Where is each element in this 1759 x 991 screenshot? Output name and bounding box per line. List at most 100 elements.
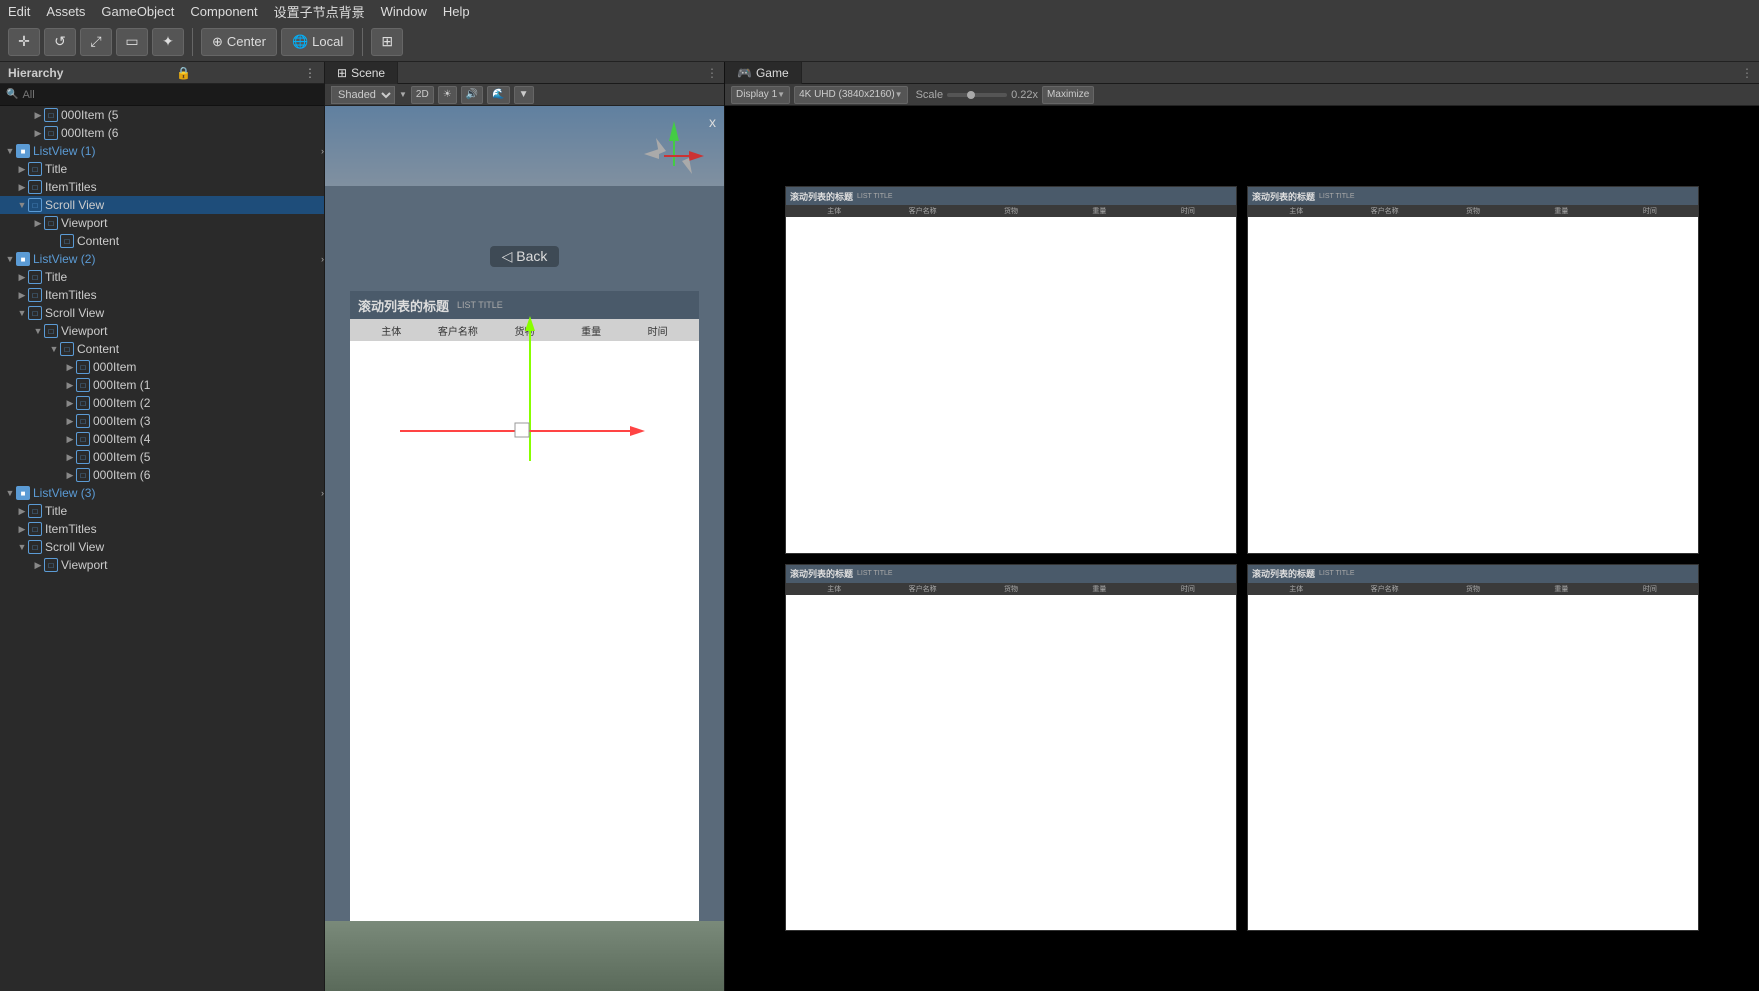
tree-item-listview2[interactable]: ▼ ■ ListView (2) › (0, 250, 324, 268)
local-button[interactable]: 🌐 Local (281, 28, 354, 56)
gizmo-widget (634, 116, 714, 199)
scene-tabs-row: ⊞ Scene ⋮ (325, 62, 724, 84)
col-header-1: 主体 (358, 323, 425, 338)
tree-item-itemtitles3[interactable]: ▶ □ ItemTitles (0, 520, 324, 538)
scale-slider[interactable] (947, 93, 1007, 97)
cube-outline-icon: □ (60, 234, 74, 248)
scene-grid-icon: ⊞ (337, 66, 347, 80)
cube-outline-icon: □ (28, 540, 42, 554)
scene-terrain (325, 921, 724, 991)
tree-item-viewport1[interactable]: ▶ □ Viewport (0, 214, 324, 232)
tree-item-000item-3[interactable]: ▶ □ 000Item (3 (0, 412, 324, 430)
tree-label: 000Item (3 (93, 414, 150, 428)
menu-assets[interactable]: Assets (46, 4, 85, 19)
tree-item-content1[interactable]: □ Content (0, 232, 324, 250)
tree-item-viewport3[interactable]: ▶ □ Viewport (0, 556, 324, 574)
tree-item-listview1[interactable]: ▼ ■ ListView (1) › (0, 142, 324, 160)
tree-label: Title (45, 162, 67, 176)
hierarchy-menu-icon[interactable]: ⋮ (304, 66, 316, 80)
tree-arrow: ▼ (4, 253, 16, 265)
game-tab-menu[interactable]: ⋮ (1735, 66, 1759, 80)
light-button[interactable]: ☀ (438, 86, 457, 104)
transform-tool-button[interactable]: ✦ (152, 28, 184, 56)
scene-panel: ⊞ Scene ⋮ Shaded ▼ 2D ☀ 🔊 🌊 ▼ (325, 62, 725, 991)
tab-game[interactable]: 🎮 Game (725, 62, 802, 84)
menu-window[interactable]: Window (381, 4, 427, 19)
tree-item-000item-1[interactable]: ▶ □ 000Item (1 (0, 376, 324, 394)
tree-item-title3[interactable]: ▶ □ Title (0, 502, 324, 520)
tree-item-scrollview1[interactable]: ▼ □ Scroll View (0, 196, 324, 214)
tree-item-title2[interactable]: ▶ □ Title (0, 268, 324, 286)
scene-back-area: ◁ Back (325, 246, 724, 267)
tree-item-000item-6b[interactable]: ▶ □ 000Item (6 (0, 466, 324, 484)
audio-button[interactable]: 🔊 (461, 86, 483, 104)
tree-item-scrollview3[interactable]: ▼ □ Scroll View (0, 538, 324, 556)
scale-tool-button[interactable]: ⤢ (80, 28, 112, 56)
tree-item-title1[interactable]: ▶ □ Title (0, 160, 324, 178)
move-tool-button[interactable]: ✛ (8, 28, 40, 56)
display-dropdown[interactable]: Display 1 ▼ (731, 86, 790, 104)
hierarchy-search: 🔍 (0, 84, 324, 106)
tree-label-listview3: ListView (3) (33, 486, 95, 500)
tree-item-000item5[interactable]: ▶ □ 000Item (5 (0, 106, 324, 124)
menu-component[interactable]: Component (190, 4, 257, 19)
list-card-body-1 (786, 217, 1236, 553)
center-button[interactable]: ⊕ Center (201, 28, 277, 56)
tree-label: ItemTitles (45, 180, 97, 194)
menu-setbg[interactable]: 设置子节点背景 (274, 2, 365, 21)
effects-button[interactable]: 🌊 (487, 86, 509, 104)
2d-button[interactable]: 2D (411, 86, 434, 104)
cube-outline-icon: □ (44, 558, 58, 572)
list-card-col-1: 主体 (1252, 584, 1340, 594)
back-button[interactable]: ◁ Back (490, 246, 560, 267)
tree-item-content2[interactable]: ▼ □ Content (0, 340, 324, 358)
scene-close-button[interactable]: x (709, 114, 716, 130)
shading-dropdown[interactable]: Shaded (331, 86, 395, 104)
grid-button[interactable]: ⊞ (371, 28, 403, 56)
tree-label: Content (77, 342, 119, 356)
list-card-col-3: 货物 (967, 206, 1055, 216)
tree-label: Scroll View (45, 540, 104, 554)
search-icon: 🔍 (6, 89, 18, 100)
tree-item-itemtitles2[interactable]: ▶ □ ItemTitles (0, 286, 324, 304)
list-card-col-4: 重量 (1517, 584, 1605, 594)
tree-item-listview3[interactable]: ▼ ■ ListView (3) › (0, 484, 324, 502)
tree-item-scrollview2[interactable]: ▼ □ Scroll View (0, 304, 324, 322)
list-card-subtitle-4: LIST TITLE (1319, 570, 1355, 577)
more-button[interactable]: ▼ (514, 86, 534, 104)
tree-item-000item-2[interactable]: ▶ □ 000Item (2 (0, 394, 324, 412)
tree-item-000item6[interactable]: ▶ □ 000Item (6 (0, 124, 324, 142)
tab-scene[interactable]: ⊞ Scene (325, 62, 398, 84)
maximize-button[interactable]: Maximize (1042, 86, 1094, 104)
cube-outline-icon: □ (60, 342, 74, 356)
scene-tab-menu[interactable]: ⋮ (700, 66, 724, 80)
tree-item-000item-4[interactable]: ▶ □ 000Item (4 (0, 430, 324, 448)
hierarchy-lock-icon[interactable]: 🔒 (176, 66, 191, 80)
tree-arrow: ▶ (64, 433, 76, 445)
menu-help[interactable]: Help (443, 4, 470, 19)
menu-edit[interactable]: Edit (8, 4, 30, 19)
list-card-subtitle-2: LIST TITLE (1319, 193, 1355, 200)
game-controller-icon: 🎮 (737, 66, 752, 80)
tree-item-itemtitles1[interactable]: ▶ □ ItemTitles (0, 178, 324, 196)
tree-arrow: ▶ (16, 181, 28, 193)
cube-outline-icon: □ (28, 198, 42, 212)
expand-arrow: › (321, 254, 324, 264)
game-listcard-1: 滚动列表的标题 LIST TITLE 主体 客户名称 货物 重量 时间 (785, 186, 1237, 554)
rotate-tool-button[interactable]: ↺ (44, 28, 76, 56)
col-header-4: 重量 (558, 323, 625, 338)
col-header-3: 货物 (491, 323, 558, 338)
tree-item-viewport2[interactable]: ▼ □ Viewport (0, 322, 324, 340)
search-input[interactable] (22, 89, 318, 101)
tree-label: ItemTitles (45, 288, 97, 302)
menu-gameobject[interactable]: GameObject (101, 4, 174, 19)
tree-item-000item-5b[interactable]: ▶ □ 000Item (5 (0, 448, 324, 466)
scene-toolbar: Shaded ▼ 2D ☀ 🔊 🌊 ▼ (325, 84, 724, 106)
scene-list-body (350, 341, 699, 931)
cube-outline-icon: □ (76, 396, 90, 410)
tree-item-000item-a[interactable]: ▶ □ 000Item (0, 358, 324, 376)
tree-arrow: ▼ (16, 307, 28, 319)
rect-tool-button[interactable]: ▭ (116, 28, 148, 56)
tree-arrow: ▶ (32, 109, 44, 121)
resolution-dropdown[interactable]: 4K UHD (3840x2160) ▼ (794, 86, 908, 104)
